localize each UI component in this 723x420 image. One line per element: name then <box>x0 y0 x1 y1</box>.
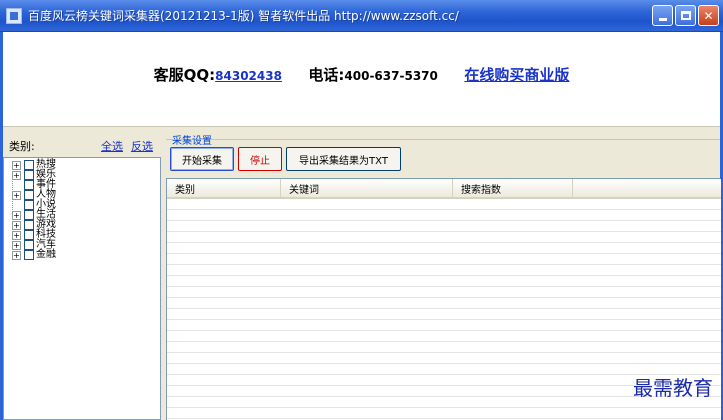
title-bar: 百度风云榜关键词采集器(20121213-1版) 智者软件出品 http://w… <box>0 0 723 32</box>
tree-item-events[interactable]: 事件 <box>4 180 160 190</box>
phone-label: 电话: <box>308 65 345 84</box>
qq-number-link[interactable]: 84302438 <box>215 69 282 83</box>
export-txt-button[interactable]: 导出采集结果为TXT <box>286 147 401 171</box>
checkbox[interactable] <box>24 220 34 230</box>
checkbox[interactable] <box>24 230 34 240</box>
groupbox-border <box>166 139 720 140</box>
close-button[interactable]: ✕ <box>698 5 719 26</box>
maximize-icon <box>680 11 691 20</box>
select-all-link[interactable]: 全选 <box>101 138 123 154</box>
table-header: 类别 关键词 搜索指数 <box>167 179 721 199</box>
tree-item-cars[interactable]: + 汽车 <box>4 240 160 250</box>
tree-item-novels[interactable]: 小说 <box>4 200 160 210</box>
invert-select-link[interactable]: 反选 <box>131 138 153 154</box>
expand-icon[interactable]: + <box>12 220 21 230</box>
settings-group-title: 采集设置 <box>172 136 212 147</box>
expand-icon[interactable]: + <box>12 230 21 240</box>
tree-item-tech[interactable]: + 科技 <box>4 230 160 240</box>
column-header-keyword[interactable]: 关键词 <box>281 179 453 197</box>
start-collect-button[interactable]: 开始采集 <box>170 147 234 171</box>
tree-item-games[interactable]: + 游戏 <box>4 220 160 230</box>
checkbox[interactable] <box>24 200 34 210</box>
expand-icon[interactable]: + <box>12 210 21 220</box>
category-label: 类别: <box>9 140 35 153</box>
checkbox[interactable] <box>24 180 34 190</box>
column-header-category[interactable]: 类别 <box>167 179 281 197</box>
window-title: 百度风云榜关键词采集器(20121213-1版) 智者软件出品 http://w… <box>28 9 459 23</box>
tree-item-entertainment[interactable]: + 娱乐 <box>4 170 160 180</box>
tree-item-hot[interactable]: + 热搜 <box>4 160 160 170</box>
column-header-search-index[interactable]: 搜索指数 <box>453 179 573 197</box>
expand-icon[interactable]: + <box>12 240 21 250</box>
close-icon: ✕ <box>703 8 714 23</box>
checkbox[interactable] <box>24 250 34 260</box>
tree-item-finance[interactable]: + 金融 <box>4 250 160 260</box>
tree-item-people[interactable]: + 人物 <box>4 190 160 200</box>
minimize-icon <box>658 18 667 21</box>
checkbox[interactable] <box>24 160 34 170</box>
category-tree[interactable]: + 热搜 + 娱乐 事件 + 人物 小说 + 生活 + 游戏 + 科技 + 汽车 + 金融 <box>3 157 161 420</box>
checkbox[interactable] <box>24 240 34 250</box>
buy-commercial-link[interactable]: 在线购买商业版 <box>464 66 569 84</box>
watermark-text: 最需教育 <box>633 376 713 400</box>
phone-number: 400-637-5370 <box>344 68 438 83</box>
checkbox[interactable] <box>24 170 34 180</box>
minimize-button[interactable] <box>652 5 673 26</box>
tree-item-life[interactable]: + 生活 <box>4 210 160 220</box>
expand-icon[interactable]: + <box>12 250 21 260</box>
expand-icon[interactable]: + <box>12 170 21 180</box>
expand-icon[interactable]: + <box>12 190 21 200</box>
maximize-button[interactable] <box>675 5 696 26</box>
stop-button[interactable]: 停止 <box>238 147 282 171</box>
expand-icon[interactable]: + <box>12 160 21 170</box>
checkbox[interactable] <box>24 190 34 200</box>
qq-label: 客服QQ: <box>153 65 216 84</box>
category-header: 类别: 全选 反选 <box>3 135 161 157</box>
app-icon <box>6 7 22 24</box>
checkbox[interactable] <box>24 210 34 220</box>
contact-banner: 客服QQ:84302438 电话:400-637-5370 在线购买商业版 <box>3 32 720 127</box>
